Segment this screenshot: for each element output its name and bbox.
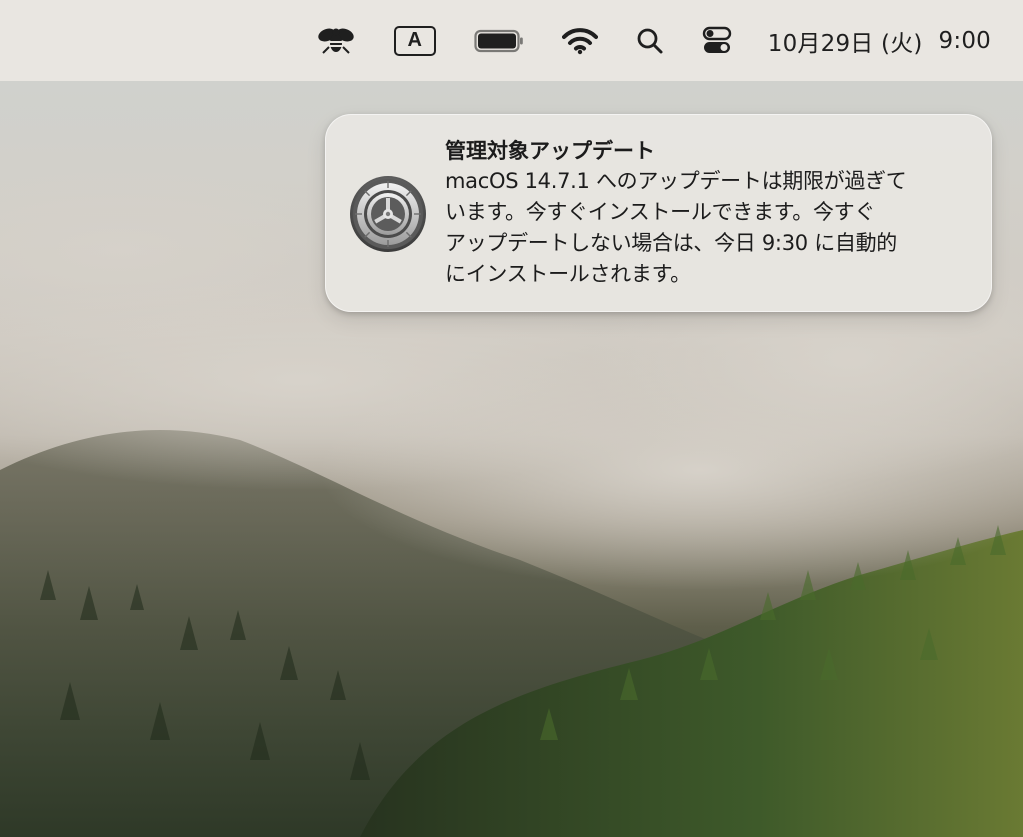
search-icon[interactable] — [636, 17, 664, 65]
notification-body-line: アップデートしない場合は、今日 9:30 に自動的 — [445, 231, 898, 255]
managed-update-notification[interactable]: 管理対象アップデート macOS 14.7.1 へのアップデートは期限が過ぎて … — [325, 114, 992, 312]
system-settings-gear-icon — [349, 175, 427, 253]
input-source-label: A — [393, 25, 436, 56]
notification-body: macOS 14.7.1 へのアップデートは期限が過ぎて います。今すぐインスト… — [445, 166, 970, 290]
notification-body-line: います。今すぐインストールできます。今すぐ — [445, 200, 876, 224]
bee-icon[interactable] — [316, 17, 356, 65]
wifi-icon[interactable] — [561, 17, 598, 65]
clock-date: 10月29日 (火) — [767, 30, 923, 57]
notification-body-line: macOS 14.7.1 へのアップデートは期限が過ぎて — [445, 169, 907, 193]
clock-time: 9:00 — [938, 27, 991, 54]
notification-title: 管理対象アップデート — [445, 139, 655, 163]
notification-body-line: にインストールされます。 — [445, 262, 691, 286]
battery-icon[interactable] — [474, 17, 524, 65]
menubar-clock[interactable]: 10月29日 (火) 9:00 — [768, 24, 991, 58]
notification-content: 管理対象アップデート macOS 14.7.1 へのアップデートは期限が過ぎて … — [445, 137, 970, 290]
control-center-icon[interactable] — [702, 17, 732, 65]
menu-bar: A 10月29日 (火) 9:00 — [0, 0, 1023, 81]
input-source-icon[interactable]: A — [393, 17, 436, 65]
